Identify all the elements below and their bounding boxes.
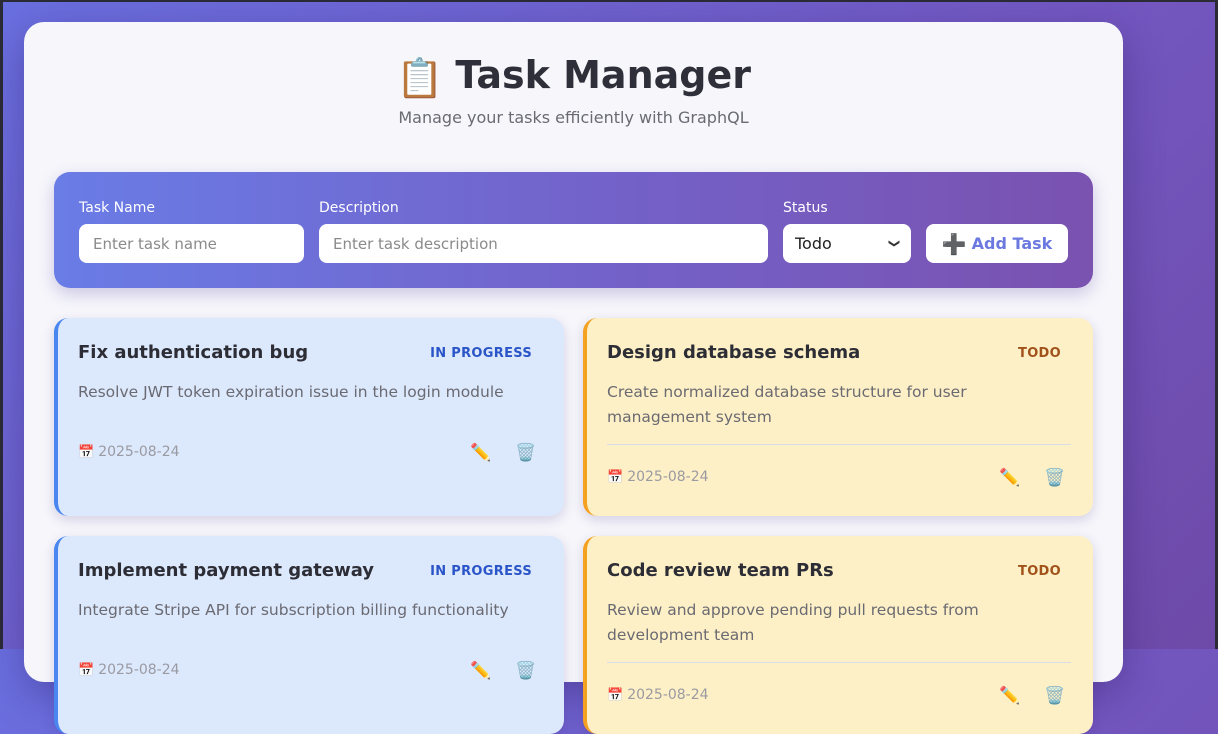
task-date: 📅 2025-08-24: [78, 444, 180, 460]
task-description: Integrate Stripe API for subscription bi…: [78, 601, 509, 619]
task-card[interactable]: Fix authentication bug IN PROGRESS Resol…: [54, 318, 564, 516]
task-date-value: 2025-08-24: [98, 662, 180, 678]
task-title: Implement payment gateway: [78, 560, 375, 581]
clipboard-icon: 📋: [396, 56, 444, 100]
page-title-text: Task Manager: [455, 53, 751, 97]
delete-icon[interactable]: 🗑️: [513, 658, 539, 684]
status-label: Status: [783, 200, 828, 216]
status-badge: TODO: [1018, 346, 1061, 361]
task-card[interactable]: Implement payment gateway IN PROGRESS In…: [54, 536, 564, 734]
status-select-value: Todo: [795, 234, 832, 253]
calendar-icon: 📅: [78, 662, 95, 678]
task-description: Review and approve pending pull requests…: [607, 601, 979, 644]
task-date: 📅 2025-08-24: [78, 662, 180, 678]
add-task-button[interactable]: ➕ Add Task: [926, 224, 1068, 263]
delete-icon[interactable]: 🗑️: [1042, 465, 1068, 491]
description-input[interactable]: [319, 224, 768, 263]
add-task-form: Task Name Description Status Todo ❯ ➕ Ad…: [54, 172, 1093, 288]
task-title: Design database schema: [607, 342, 861, 363]
status-badge: IN PROGRESS: [430, 564, 532, 579]
plus-icon: ➕: [941, 231, 967, 256]
page-subtitle: Manage your tasks efficiently with Graph…: [398, 108, 749, 127]
chevron-down-icon: ❯: [887, 238, 901, 249]
status-select[interactable]: Todo ❯: [783, 224, 911, 263]
delete-icon[interactable]: 🗑️: [1042, 683, 1068, 709]
task-description: Create normalized database structure for…: [607, 383, 967, 426]
app-container: 📋 Task Manager Manage your tasks efficien…: [24, 22, 1123, 734]
add-task-button-label: Add Task: [971, 234, 1053, 253]
status-badge: IN PROGRESS: [430, 346, 532, 361]
task-date-value: 2025-08-24: [98, 444, 180, 460]
edit-icon[interactable]: ✏️: [997, 465, 1023, 491]
edit-icon[interactable]: ✏️: [997, 683, 1023, 709]
task-date: 📅 2025-08-24: [607, 687, 709, 703]
card-divider: [607, 444, 1071, 445]
task-description: Resolve JWT token expiration issue in th…: [78, 383, 504, 401]
description-label: Description: [319, 200, 399, 216]
task-card[interactable]: Code review team PRs TODO Review and app…: [583, 536, 1093, 734]
edit-icon[interactable]: ✏️: [468, 440, 494, 466]
card-divider: [607, 662, 1071, 663]
delete-icon[interactable]: 🗑️: [513, 440, 539, 466]
status-badge: TODO: [1018, 564, 1061, 579]
task-title: Fix authentication bug: [78, 342, 309, 363]
task-date: 📅 2025-08-24: [607, 469, 709, 485]
window-frame-top: [0, 0, 1218, 2]
task-name-input[interactable]: [79, 224, 304, 263]
window-frame-left: [0, 0, 3, 649]
edit-icon[interactable]: ✏️: [468, 658, 494, 684]
calendar-icon: 📅: [607, 687, 624, 703]
calendar-icon: 📅: [607, 469, 624, 485]
task-date-value: 2025-08-24: [627, 469, 709, 485]
task-title: Code review team PRs: [607, 560, 834, 581]
task-card[interactable]: Design database schema TODO Create norma…: [583, 318, 1093, 516]
calendar-icon: 📅: [78, 444, 95, 460]
task-name-label: Task Name: [79, 200, 155, 216]
page-title: 📋 Task Manager: [24, 50, 1123, 103]
task-date-value: 2025-08-24: [627, 687, 709, 703]
